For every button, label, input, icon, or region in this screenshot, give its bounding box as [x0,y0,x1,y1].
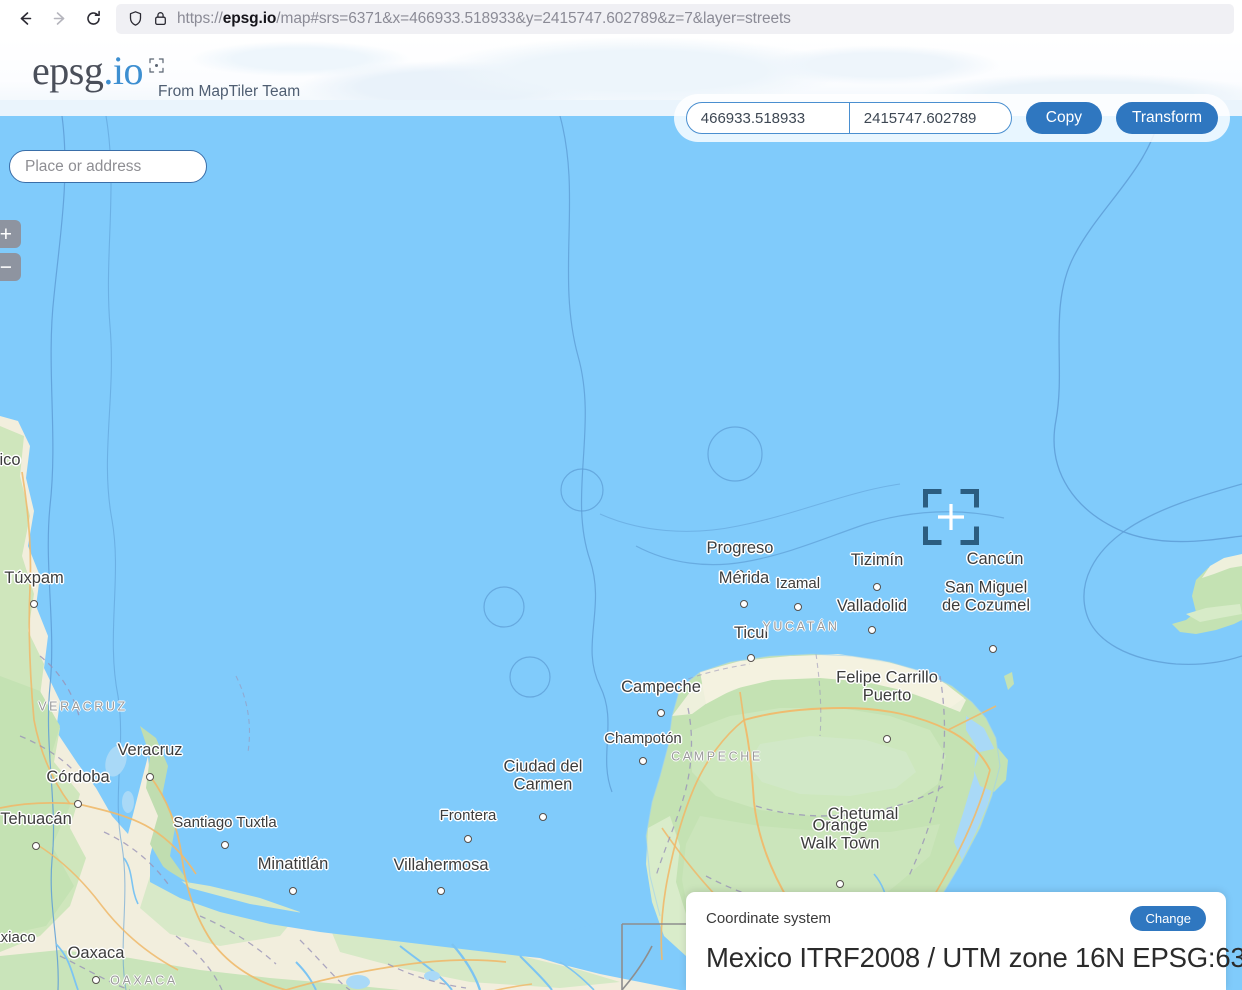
crs-title: Mexico ITRF2008 / UTM zone 16N EPSG:6371 [706,942,1242,973]
map-canvas[interactable]: Progreso Mérida Izamal Tizimín Cancún Vallado… [0,116,1242,990]
url-domain: epsg.io [222,9,277,27]
lock-icon[interactable] [153,10,168,27]
logo-main: epsg [32,48,104,93]
expand-icon [149,40,164,73]
forward-arrow-icon[interactable] [42,4,76,34]
transform-button[interactable]: Transform [1115,102,1218,134]
page-root: https://epsg.io/map#srs=6371&x=466933.51… [0,0,1242,990]
map-graphics [0,116,1242,990]
back-arrow-icon[interactable] [8,4,42,34]
site-logo[interactable]: epsg.io [32,48,164,93]
browser-toolbar: https://epsg.io/map#srs=6371&x=466933.51… [0,0,1242,37]
crs-label: Coordinate system [706,910,832,927]
coordinate-input-group [685,102,1012,134]
zoom-in-button[interactable]: + [0,220,21,248]
url-bar[interactable]: https://epsg.io/map#srs=6371&x=466933.51… [116,3,1234,34]
zoom-controls: + − [0,220,21,281]
crs-header-row: Coordinate system Change [706,906,1206,931]
url-scheme: https:// [177,9,223,27]
change-crs-button[interactable]: Change [1130,906,1206,931]
search-input[interactable] [10,151,206,182]
coordinate-panel: Copy Transform [673,94,1230,142]
logo-text: epsg.io [32,48,164,93]
y-coordinate-input[interactable] [848,103,1011,133]
place-search-box[interactable] [9,150,207,183]
coordinate-system-panel: Coordinate system Change Mexico ITRF2008… [686,892,1242,990]
site-tagline: From MapTiler Team [158,83,301,100]
logo-accent: .io [103,48,143,93]
copy-button[interactable]: Copy [1025,102,1102,134]
url-text: https://epsg.io/map#srs=6371&x=466933.51… [177,10,791,28]
reload-icon[interactable] [76,4,110,34]
shield-icon[interactable] [127,10,144,27]
url-path: /map#srs=6371&x=466933.518933&y=2415747.… [276,9,791,27]
zoom-out-button[interactable]: − [0,253,21,281]
x-coordinate-input[interactable] [686,103,849,133]
